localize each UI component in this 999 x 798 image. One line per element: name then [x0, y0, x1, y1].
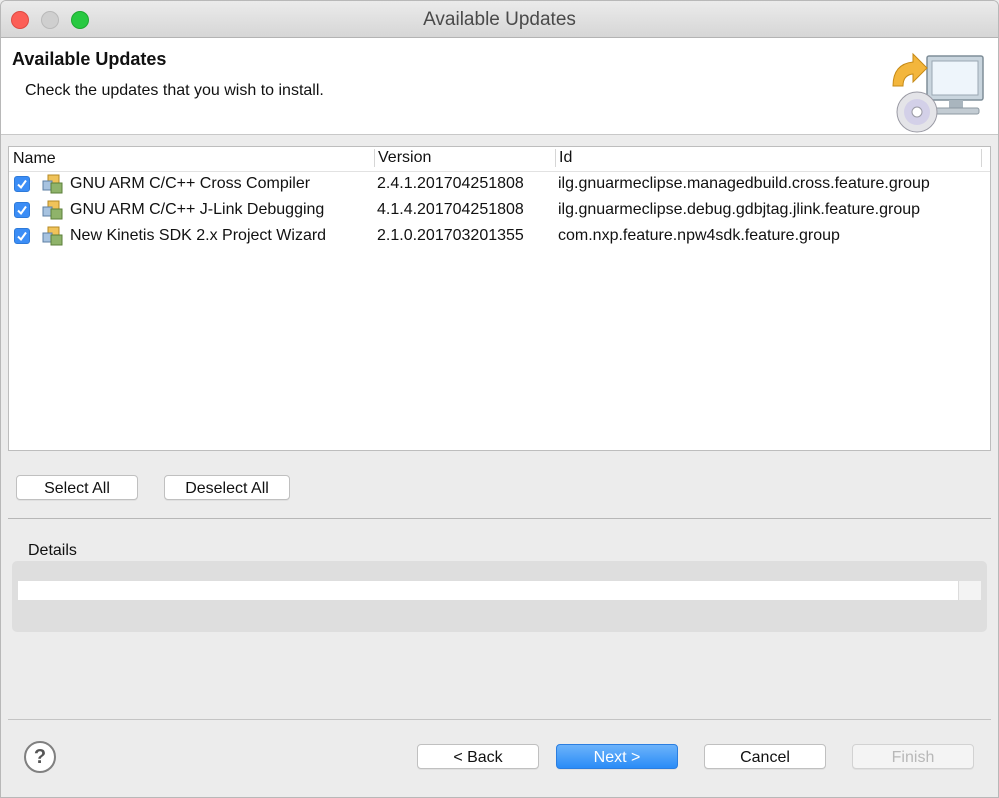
update-name: GNU ARM C/C++ Cross Compiler [70, 175, 311, 192]
divider [8, 518, 991, 519]
update-id: ilg.gnuarmeclipse.managedbuild.cross.fea… [558, 175, 930, 192]
table-row[interactable]: GNU ARM C/C++ Cross Compiler 2.4.1.20170… [9, 172, 990, 198]
details-scrollbar[interactable] [958, 581, 981, 600]
divider [8, 719, 991, 720]
checkbox-checked-icon[interactable] [14, 228, 30, 244]
details-text-area[interactable] [18, 581, 958, 600]
feature-plugin-icon [42, 200, 63, 220]
window-title: Available Updates [423, 9, 576, 30]
back-button[interactable]: < Back [417, 744, 539, 769]
title-bar: Available Updates [1, 1, 998, 38]
update-version: 2.1.0.201703201355 [377, 227, 524, 244]
column-separator [981, 149, 983, 167]
help-icon[interactable]: ? [24, 741, 56, 773]
page-subtitle: Check the updates that you wish to insta… [25, 82, 324, 99]
table-header: Name Version Id [9, 147, 990, 172]
column-header-name[interactable]: Name [13, 150, 56, 168]
deselect-all-button[interactable]: Deselect All [164, 475, 290, 500]
select-all-button[interactable]: Select All [16, 475, 138, 500]
checkbox-checked-icon[interactable] [14, 176, 30, 192]
feature-plugin-icon [42, 226, 63, 246]
update-version: 4.1.4.201704251808 [377, 201, 524, 218]
install-update-icon [892, 52, 984, 133]
next-button[interactable]: Next > [556, 744, 678, 769]
updates-table: Name Version Id GNU ARM C/C++ Cross Comp… [8, 146, 991, 451]
details-panel [12, 561, 987, 632]
page-title: Available Updates [12, 49, 167, 69]
update-id: ilg.gnuarmeclipse.debug.gdbjtag.jlink.fe… [558, 201, 921, 218]
dialog-window: Available Updates Available Updates Chec… [0, 0, 999, 798]
update-id: com.nxp.feature.npw4sdk.feature.group [558, 227, 840, 244]
column-header-id[interactable]: Id [555, 149, 572, 167]
feature-plugin-icon [42, 174, 63, 194]
wizard-header: Available Updates Check the updates that… [1, 38, 998, 135]
cancel-button[interactable]: Cancel [704, 744, 826, 769]
update-version: 2.4.1.201704251808 [377, 175, 524, 192]
column-header-version[interactable]: Version [374, 149, 431, 167]
update-name: GNU ARM C/C++ J-Link Debugging [70, 201, 325, 218]
table-row[interactable]: New Kinetis SDK 2.x Project Wizard 2.1.0… [9, 224, 990, 250]
details-label: Details [28, 542, 77, 559]
update-name: New Kinetis SDK 2.x Project Wizard [70, 227, 327, 244]
finish-button[interactable]: Finish [852, 744, 974, 769]
checkbox-checked-icon[interactable] [14, 202, 30, 218]
table-row[interactable]: GNU ARM C/C++ J-Link Debugging 4.1.4.201… [9, 198, 990, 224]
